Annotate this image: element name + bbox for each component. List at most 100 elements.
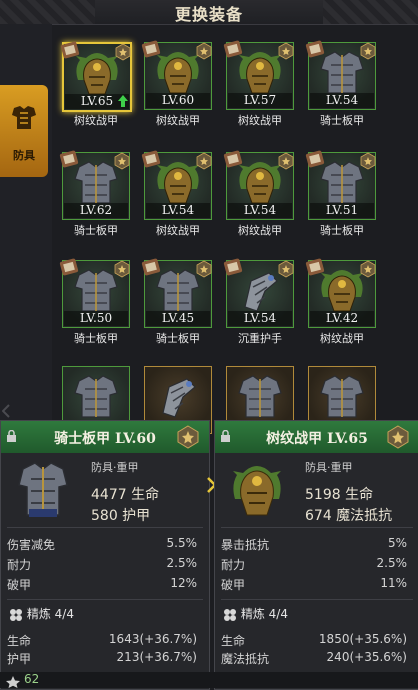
star-badge-icon — [196, 152, 212, 170]
equipment-slot[interactable]: LV.54 — [223, 258, 294, 328]
equipment-slot[interactable]: LV.62 — [59, 150, 130, 220]
main-stat-2: 674 魔法抵抗 — [305, 508, 393, 524]
scroll-icon — [141, 150, 161, 168]
equipment-name-label: 树纹战甲 — [320, 332, 364, 345]
main-stat-1: 4477 生命 — [91, 487, 160, 503]
scroll-icon — [141, 40, 161, 58]
plate-armor-image — [238, 375, 282, 418]
equipment-slot[interactable]: LV.45 — [141, 258, 212, 328]
scroll-icon — [223, 150, 243, 168]
refine-level: 精炼 4/4 — [223, 605, 288, 622]
equipment-slot[interactable]: LV.65 — [60, 41, 132, 112]
stat-row: 破甲 12% — [7, 576, 197, 592]
equipment-name-label: 树纹战甲 — [74, 114, 118, 127]
star-badge-icon — [360, 260, 376, 278]
equipment-subtype: 防具·重甲 — [91, 461, 139, 474]
level-label: LV.42 — [310, 311, 374, 326]
stat-row: 生命 1850(+35.6%) — [221, 632, 407, 648]
equipment-slot[interactable]: LV.50 — [59, 258, 130, 328]
chevron-left-icon[interactable] — [2, 404, 10, 418]
main-stat-1: 5198 生命 — [305, 487, 374, 503]
divider — [221, 599, 413, 600]
refine-label: 精炼 4/4 — [240, 607, 288, 621]
equipment-name-label: 树纹战甲 — [156, 114, 200, 127]
refine-icon — [10, 608, 22, 621]
scroll-icon — [305, 150, 325, 168]
bottom-value: 62 — [24, 672, 40, 686]
equipment-name-label: 骑士板甲 — [320, 114, 364, 127]
level-label: LV.54 — [228, 203, 292, 218]
panel-header: 骑士板甲 LV.60 — [1, 421, 209, 453]
category-tab-armor[interactable]: 防具 — [0, 85, 48, 177]
level-label: LV.62 — [64, 203, 128, 218]
star-badge-icon — [114, 260, 130, 278]
equipment-slot[interactable]: LV.51 — [305, 150, 376, 220]
star-badge-icon — [196, 260, 212, 278]
page-title: 更换装备 — [174, 5, 243, 24]
equipment-slot[interactable]: LV.54 — [141, 150, 212, 220]
panel-header: 树纹战甲 LV.65 — [215, 421, 418, 453]
equipment-subtype: 防具·重甲 — [305, 461, 353, 474]
stat-row: 魔法抵抗 240(+35.6%) — [221, 650, 407, 666]
equipment-slot[interactable]: LV.60 — [141, 40, 212, 110]
category-label: 防具 — [13, 149, 35, 162]
stat-row: 耐力 2.5% — [221, 556, 407, 572]
stat-row: 破甲 11% — [221, 576, 407, 592]
plate-armor-image — [320, 375, 364, 418]
scroll-icon — [59, 258, 79, 276]
star-badge-icon — [360, 42, 376, 60]
star-badge-icon — [278, 260, 294, 278]
equipment-slot[interactable]: LV.57 — [223, 40, 294, 110]
equipment-name-label: 骑士板甲 — [320, 224, 364, 237]
equipment-name-label: 树纹战甲 — [156, 224, 200, 237]
equipment-slot[interactable]: LV.54 — [305, 40, 376, 110]
equipment-name-label: 树纹战甲 — [238, 114, 282, 127]
star-badge-icon — [177, 425, 199, 449]
main-stat-2: 580 护甲 — [91, 508, 151, 524]
substat-list: 生命 1643(+36.7%) 护甲 213(+36.7%) — [7, 629, 203, 666]
gauntlet-armor-image — [162, 378, 196, 418]
equipment-slot[interactable]: LV.54 — [223, 150, 294, 220]
scroll-icon — [59, 150, 79, 168]
scroll-icon — [223, 40, 243, 58]
stat-list: 暴击抵抗 5% 耐力 2.5% 破甲 11% — [221, 533, 413, 593]
selected-equipment-panel: 树纹战甲 LV.65 防具·重甲 5198 生命 674 魔法抵抗 暴击抵抗 5%… — [214, 420, 418, 690]
stat-row: 耐力 2.5% — [7, 556, 197, 572]
level-label: LV.54 — [228, 311, 292, 326]
equipment-name-label: 骑士板甲 — [74, 332, 118, 345]
level-label: LV.57 — [228, 93, 292, 108]
stat-row: 护甲 213(+36.7%) — [7, 650, 197, 666]
star-badge-icon — [278, 152, 294, 170]
equipment-grid: LV.65 树纹战甲 LV.60 树纹战甲 LV.57 树纹战甲 LV.54 骑士板甲 LV.6… — [52, 30, 418, 434]
upgrade-arrow-icon — [118, 95, 128, 107]
divider — [221, 527, 413, 528]
star-badge-icon — [196, 42, 212, 60]
bottom-bar — [0, 672, 418, 688]
level-label: LV.45 — [146, 311, 210, 326]
divider — [7, 527, 203, 528]
level-label: LV.50 — [64, 311, 128, 326]
stat-row: 生命 1643(+36.7%) — [7, 632, 197, 648]
scroll-icon — [305, 258, 325, 276]
star-badge-icon — [278, 42, 294, 60]
star-badge-icon — [115, 43, 131, 61]
armor-icon — [12, 106, 36, 129]
tree-pattern-armor-image — [233, 466, 281, 516]
level-label: LV.54 — [146, 203, 210, 218]
scroll-icon — [305, 40, 325, 58]
stat-list: 伤害减免 5.5% 耐力 2.5% 破甲 12% — [7, 533, 203, 593]
star-badge-icon — [114, 152, 130, 170]
level-label: LV.60 — [146, 93, 210, 108]
star-icon — [6, 676, 20, 688]
current-equipment-panel: 骑士板甲 LV.60 防具·重甲 4477 生命 580 护甲 伤害减免 5.5%… — [0, 420, 210, 690]
scroll-icon — [223, 258, 243, 276]
equipment-name-label: 骑士板甲 — [156, 332, 200, 345]
equipment-name-label: 骑士板甲 — [74, 224, 118, 237]
equipment-name-label: 树纹战甲 — [238, 224, 282, 237]
plate-armor-image — [74, 375, 118, 418]
level-label: LV.51 — [310, 203, 374, 218]
scroll-icon — [60, 41, 80, 59]
refine-icon — [224, 608, 236, 621]
scroll-icon — [141, 258, 161, 276]
equipment-slot[interactable]: LV.42 — [305, 258, 376, 328]
